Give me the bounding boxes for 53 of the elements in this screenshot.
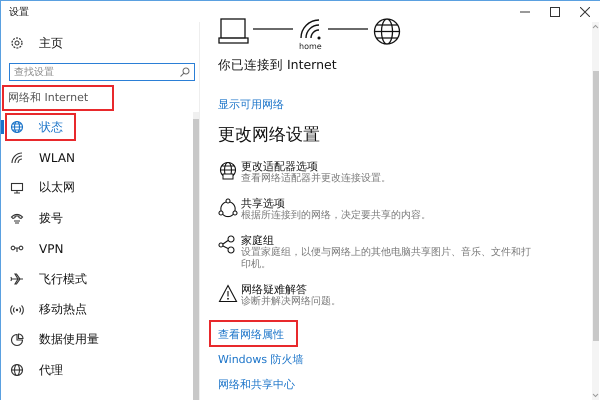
- setting-link[interactable]: 共享选项: [241, 197, 285, 210]
- setting-description: 诊断并解决网络问题。: [241, 296, 342, 308]
- maximize-icon: [550, 6, 560, 16]
- sidebar-item[interactable]: 状态: [1, 112, 193, 142]
- setting-description: 根据所连接到的网络，决定要共享的内容。: [241, 210, 432, 222]
- pie-chart-icon: [10, 332, 24, 347]
- related-link[interactable]: 网络和共享中心: [218, 377, 295, 392]
- wifi-icon: [299, 18, 322, 40]
- sidebar-item[interactable]: 移动热点: [1, 294, 193, 325]
- scroll-up-icon[interactable]: [592, 24, 599, 29]
- search-icon: [180, 67, 190, 77]
- phone-icon: [10, 211, 24, 226]
- laptop-icon: [218, 18, 249, 45]
- show-networks-link[interactable]: 显示可用网络: [218, 97, 284, 112]
- setting-link[interactable]: 更改适配器选项: [241, 160, 318, 173]
- sidebar-item[interactable]: 代理: [1, 355, 193, 386]
- sidebar-item[interactable]: VPN: [1, 234, 193, 264]
- related-link[interactable]: Windows 防火墙: [218, 352, 304, 367]
- connection-line: [328, 28, 368, 30]
- globe-icon: [10, 120, 24, 134]
- globe-icon: [372, 18, 402, 45]
- setting-link[interactable]: 网络疑难解答: [241, 283, 307, 296]
- sidebar-item[interactable]: WLAN: [1, 142, 193, 173]
- selection-bar: [1, 120, 4, 134]
- setting-description: 设置家庭组，以便与网络上的其他电脑共享图片、音乐、文件和打印机。: [241, 247, 532, 271]
- warning-icon: [218, 284, 238, 304]
- hotspot-icon: [10, 302, 24, 317]
- share-icon: [218, 198, 238, 218]
- related-link[interactable]: 查看网络属性: [218, 327, 284, 342]
- scrollbar[interactable]: [592, 22, 599, 400]
- close-icon: [580, 6, 590, 16]
- globe-icon: [218, 161, 238, 181]
- airplane-icon: [10, 272, 24, 286]
- setting-description: 查看网络适配器并更改连接设置。: [241, 173, 392, 185]
- sidebar-item[interactable]: 以太网: [1, 172, 193, 204]
- window-title: 设置: [9, 6, 29, 18]
- search-field[interactable]: 查找设置: [9, 63, 195, 81]
- gear-icon: [10, 36, 24, 50]
- section-heading: 网络和 Internet: [8, 91, 88, 105]
- connection-status: 你已连接到 Internet: [218, 57, 337, 74]
- scroll-down-icon[interactable]: [592, 393, 599, 398]
- monitor-icon: [10, 180, 24, 195]
- sidebar-item[interactable]: 数据使用量: [1, 324, 193, 356]
- section-heading: 更改网络设置: [218, 124, 320, 146]
- sidebar-item[interactable]: 飞行模式: [1, 264, 193, 294]
- connection-line: [253, 28, 293, 30]
- scrollbar[interactable]: [193, 112, 199, 400]
- home-item[interactable]: 主页: [1, 27, 199, 59]
- network-name: home: [299, 42, 322, 51]
- globe-icon: [10, 363, 24, 378]
- wifi-icon: [10, 150, 24, 165]
- sidebar-item[interactable]: 拨号: [1, 203, 193, 234]
- setting-link[interactable]: 家庭组: [241, 234, 274, 247]
